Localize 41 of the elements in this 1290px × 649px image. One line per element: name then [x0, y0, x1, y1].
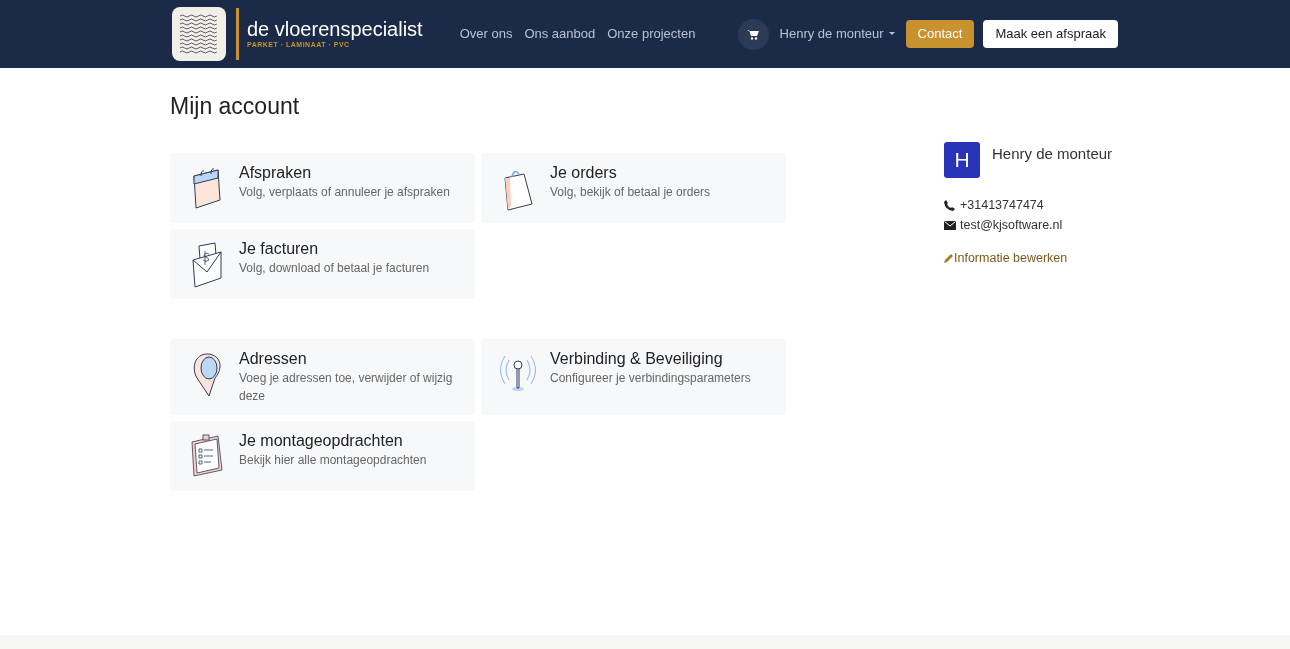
- account-card[interactable]: Afspraken Volg, verplaats of annuleer je afspraken: [170, 153, 475, 223]
- account-card[interactable]: Je orders Volg, bekijk of betaal je orders: [481, 153, 786, 223]
- account-card[interactable]: Adressen Voeg je adressen toe, verwijder of wijzig deze: [170, 339, 475, 415]
- cart-icon: [747, 28, 760, 40]
- account-card[interactable]: Je facturen Volg, download of betaal je facturen: [170, 229, 475, 299]
- profile-email: test@kjsoftware.nl: [960, 216, 1063, 234]
- profile-phone: +31413747474: [960, 197, 1044, 214]
- clipboard-icon: [190, 434, 224, 478]
- card-title: Je facturen: [239, 239, 320, 259]
- page-title: Mijn account: [170, 92, 301, 120]
- logo-wordmark: de vloerenspecialist: [247, 17, 423, 40]
- card-description: Bekijk hier alle montageopdrachten: [239, 452, 427, 469]
- pencil-icon: [944, 252, 954, 263]
- card-description: Volg, verplaats of annuleer je afspraken: [239, 184, 450, 201]
- phone-icon: [944, 199, 955, 211]
- card-description: Configureer je verbindingsparameters: [550, 370, 751, 387]
- card-description: Volg, bekijk of betaal je orders: [550, 184, 711, 201]
- appointment-button[interactable]: Maak een afspraak: [983, 20, 1118, 48]
- map-pin-icon: [191, 352, 223, 398]
- avatar: H: [944, 142, 980, 178]
- cart-button[interactable]: [737, 18, 769, 50]
- nav-link[interactable]: Over ons: [459, 24, 513, 44]
- logo-icon: [172, 7, 226, 61]
- card-description: Volg, download of betaal je facturen: [239, 260, 430, 277]
- nav-link[interactable]: Onze projecten: [607, 24, 696, 44]
- nav-link[interactable]: Ons aanbod: [524, 24, 596, 44]
- account-card[interactable]: Je montageopdrachten Bekijk hier alle montageopdrachten: [170, 421, 475, 491]
- envelope-icon: [944, 220, 956, 230]
- card-title: Je orders: [550, 163, 618, 183]
- profile-name: Henry de monteur: [992, 144, 1113, 164]
- account-card[interactable]: Verbinding & Beveiliging Configureer je verbindingsparameters: [481, 339, 786, 415]
- card-title: Je montageopdrachten: [239, 431, 404, 451]
- user-menu[interactable]: Henry de monteur: [779, 24, 895, 44]
- card-title: Afspraken: [239, 163, 313, 183]
- caret-icon: [888, 32, 895, 36]
- card-description: Voeg je adressen toe, verwijder of wijzig deze: [239, 370, 454, 405]
- edit-info-link[interactable]: Informatie bewerken: [944, 248, 1120, 268]
- card-title: Adressen: [239, 349, 308, 369]
- calendar-icon: [192, 166, 222, 210]
- envelope-icon: [191, 242, 223, 288]
- card-title: Verbinding & Beveiliging: [550, 349, 724, 369]
